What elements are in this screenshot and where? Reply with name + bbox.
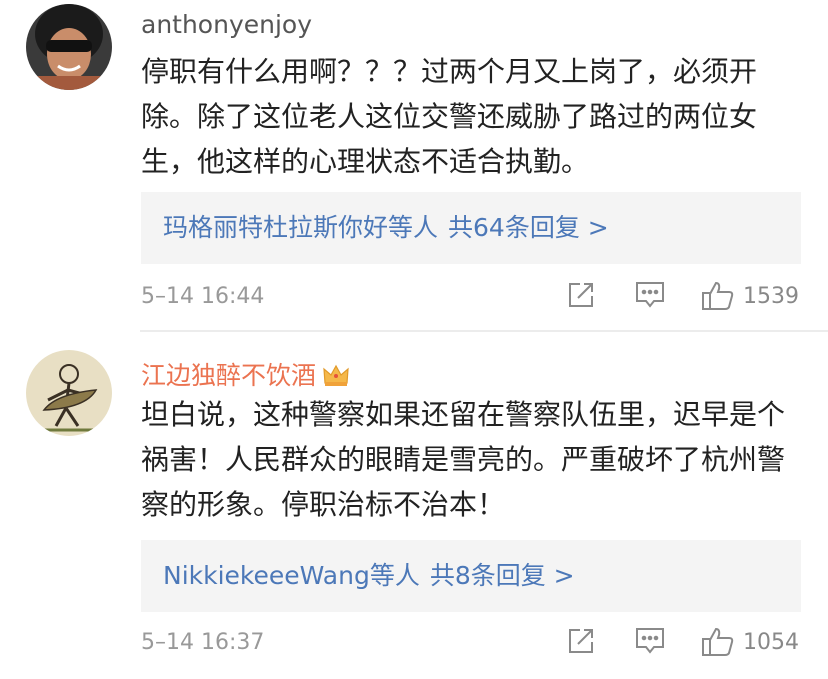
avatar[interactable] [26,350,112,436]
reply-names[interactable]: NikkiekeeeWang [163,561,370,590]
replies-preview[interactable]: NikkiekeeeWang等人 共8条回复 > [141,540,801,612]
timestamp: 5–14 16:44 [141,284,265,309]
comment-item: anthonyenjoy 停职有什么用啊？？？过两个月又上岗了，必须开除。除了这… [0,0,828,330]
comment-item: 江边独醉不饮酒 坦白说，这种警察如果还留在警察队伍里，迟早是个祸害！人民群众的眼… [0,332,828,679]
reply-total-link[interactable]: 共64条回复 > [448,213,609,242]
comment-meta: 5–14 16:37 1054 [141,624,800,664]
comment-feed: anthonyenjoy 停职有什么用啊？？？过两个月又上岗了，必须开除。除了这… [0,0,828,679]
like-count: 1054 [743,630,799,655]
like-count: 1539 [743,284,799,309]
timestamp: 5–14 16:37 [141,630,265,655]
share-icon[interactable] [566,280,596,316]
replies-preview[interactable]: 玛格丽特杜拉斯你好等人 共64条回复 > [141,192,801,264]
thumbs-up-icon[interactable] [701,626,735,664]
username[interactable]: 江边独醉不饮酒 [141,356,350,393]
reply-suffix: 等人 [369,561,420,590]
username[interactable]: anthonyenjoy [141,10,312,39]
comment-icon[interactable] [634,280,666,316]
reply-suffix: 等人 [388,213,439,242]
crown-icon [322,363,350,393]
reply-names[interactable]: 玛格丽特杜拉斯你好 [163,213,388,242]
comment-meta: 5–14 16:44 1539 [141,278,800,318]
thumbs-up-icon[interactable] [701,280,735,318]
comment-text: 停职有什么用啊？？？过两个月又上岗了，必须开除。除了这位老人这位交警还威胁了路过… [141,55,758,178]
username-text[interactable]: 江边独醉不饮酒 [141,361,316,390]
avatar[interactable] [26,4,112,90]
share-icon[interactable] [566,626,596,662]
comment-icon[interactable] [634,626,666,662]
comment-text: 坦白说，这种警察如果还留在警察队伍里，迟早是个祸害！人民群众的眼睛是雪亮的。严重… [141,398,786,521]
reply-total-link[interactable]: 共8条回复 > [430,561,575,590]
